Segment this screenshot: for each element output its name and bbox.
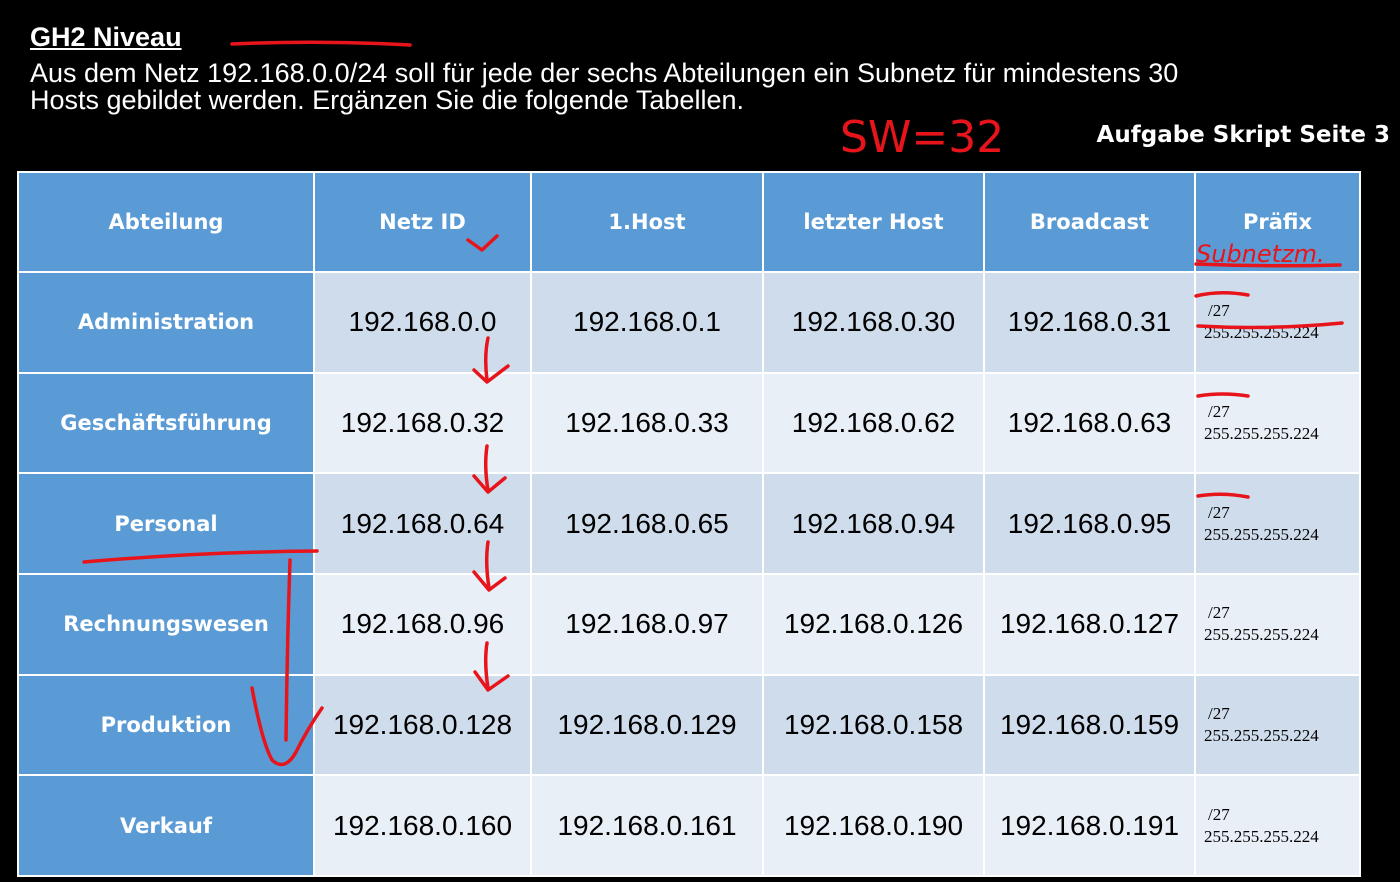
column-header-praefix: Präfix [1194, 171, 1361, 273]
cell-praefix: /27 255.255.255.224 [1194, 472, 1361, 575]
cell-broadcast: 192.168.0.127 [983, 572, 1196, 676]
cell-abteilung: Administration [17, 271, 315, 374]
table-row: Verkauf 192.168.0.160 192.168.0.161 192.… [17, 774, 1361, 877]
column-header-netz-id: Netz ID [313, 171, 532, 273]
cell-last-host: 192.168.0.30 [762, 271, 985, 374]
cell-abteilung: Geschäftsführung [17, 371, 315, 475]
task-line-1: Aus dem Netz 192.168.0.0/24 soll für jed… [30, 58, 1179, 88]
cell-netz-id: 192.168.0.128 [313, 673, 532, 777]
column-header-last-host: letzter Host [762, 171, 985, 273]
script-reference: Aufgabe Skript Seite 3 [1096, 122, 1390, 148]
cell-netz-id: 192.168.0.64 [313, 472, 532, 575]
cell-last-host: 192.168.0.94 [762, 472, 985, 575]
cell-netz-id: 192.168.0.32 [313, 371, 532, 475]
cell-abteilung: Produktion [17, 673, 315, 777]
cell-first-host: 192.168.0.129 [530, 673, 764, 777]
block-size-note: SW=32 [840, 112, 1004, 163]
table-row: Personal 192.168.0.64 192.168.0.65 192.1… [17, 472, 1361, 575]
cell-broadcast: 192.168.0.95 [983, 472, 1196, 575]
subnet-table: Abteilung Netz ID 1.Host letzter Host Br… [17, 171, 1361, 877]
cell-broadcast: 192.168.0.191 [983, 774, 1196, 877]
cell-praefix: /27 255.255.255.224 [1194, 371, 1361, 475]
cell-abteilung: Verkauf [17, 774, 315, 877]
cell-broadcast: 192.168.0.31 [983, 271, 1196, 374]
column-header-abteilung: Abteilung [17, 171, 315, 273]
page-title: GH2 Niveau [30, 22, 182, 52]
cell-praefix: /27 255.255.255.224 [1194, 271, 1361, 374]
task-line-2: Hosts gebildet werden. Ergänzen Sie die … [30, 85, 744, 115]
prefix-length: /27 [1208, 603, 1230, 623]
table-row: Administration 192.168.0.0 192.168.0.1 1… [17, 271, 1361, 374]
table-header-row: Abteilung Netz ID 1.Host letzter Host Br… [17, 171, 1361, 273]
prefix-length: /27 [1208, 703, 1230, 723]
cell-last-host: 192.168.0.126 [762, 572, 985, 676]
subnet-mask: 255.255.255.224 [1204, 524, 1319, 544]
column-header-broadcast: Broadcast [983, 171, 1196, 273]
cell-abteilung: Personal [17, 472, 315, 575]
cell-last-host: 192.168.0.62 [762, 371, 985, 475]
cell-netz-id: 192.168.0.160 [313, 774, 532, 877]
prefix-length: /27 [1208, 401, 1230, 421]
cell-first-host: 192.168.0.97 [530, 572, 764, 676]
cell-netz-id: 192.168.0.0 [313, 271, 532, 374]
prefix-length: /27 [1208, 301, 1230, 321]
cell-first-host: 192.168.0.33 [530, 371, 764, 475]
prefix-length: /27 [1208, 502, 1230, 522]
task-description: Aus dem Netz 192.168.0.0/24 soll für jed… [30, 60, 1360, 114]
cell-broadcast: 192.168.0.63 [983, 371, 1196, 475]
subnet-mask: 255.255.255.224 [1204, 423, 1319, 443]
cell-last-host: 192.168.0.190 [762, 774, 985, 877]
cell-praefix: /27 255.255.255.224 [1194, 673, 1361, 777]
cell-broadcast: 192.168.0.159 [983, 673, 1196, 777]
subnet-mask: 255.255.255.224 [1204, 826, 1319, 846]
title-underline-stroke [230, 40, 412, 47]
subnet-mask: 255.255.255.224 [1204, 625, 1319, 645]
cell-praefix: /27 255.255.255.224 [1194, 572, 1361, 676]
cell-first-host: 192.168.0.65 [530, 472, 764, 575]
cell-first-host: 192.168.0.1 [530, 271, 764, 374]
cell-abteilung: Rechnungswesen [17, 572, 315, 676]
table-row: Rechnungswesen 192.168.0.96 192.168.0.97… [17, 572, 1361, 676]
cell-first-host: 192.168.0.161 [530, 774, 764, 877]
subnet-mask: 255.255.255.224 [1204, 323, 1319, 343]
subnet-mask: 255.255.255.224 [1204, 725, 1319, 745]
cell-last-host: 192.168.0.158 [762, 673, 985, 777]
column-header-first-host: 1.Host [530, 171, 764, 273]
cell-praefix: /27 255.255.255.224 [1194, 774, 1361, 877]
prefix-length: /27 [1208, 804, 1230, 824]
cell-netz-id: 192.168.0.96 [313, 572, 532, 676]
table-row: Geschäftsführung 192.168.0.32 192.168.0.… [17, 371, 1361, 475]
table-row: Produktion 192.168.0.128 192.168.0.129 1… [17, 673, 1361, 777]
